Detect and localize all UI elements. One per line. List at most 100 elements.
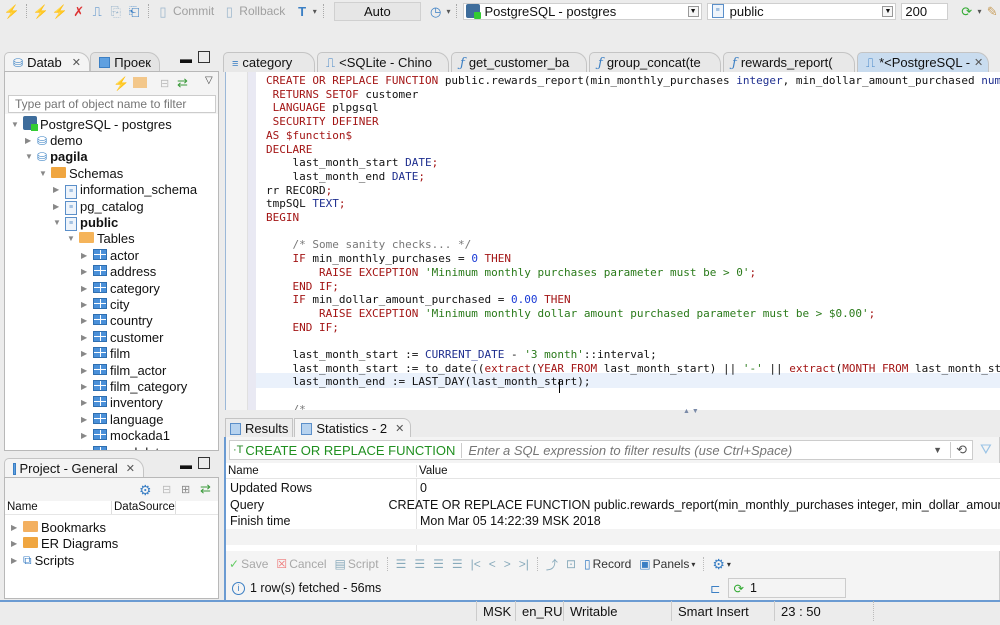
column-header-value[interactable]: Value bbox=[416, 464, 448, 477]
collapsed-arrow-icon[interactable]: ▶ bbox=[81, 284, 90, 293]
connect-icon[interactable]: ⚡ bbox=[33, 3, 49, 19]
tree-item-mockada1[interactable]: ▶ mockada1 bbox=[81, 428, 170, 444]
tree-item-country[interactable]: ▶ country bbox=[81, 313, 153, 329]
collapsed-arrow-icon[interactable]: ▶ bbox=[11, 556, 20, 565]
tree-item-film-actor[interactable]: ▶ film_actor bbox=[81, 362, 166, 378]
tree-item-city[interactable]: ▶ city bbox=[81, 296, 130, 312]
sql-editor-icon[interactable]: ⎍ bbox=[89, 3, 104, 19]
delete-row-icon[interactable]: ☰ bbox=[452, 557, 463, 571]
tab-projects[interactable]: Проек bbox=[90, 52, 160, 72]
close-icon[interactable]: ✕ bbox=[395, 422, 404, 435]
schema-selector[interactable]: ≡ public ▼ bbox=[706, 2, 897, 20]
tree-item-public[interactable]: ▼ ≡ public bbox=[53, 214, 118, 232]
tab-statistics[interactable]: Statistics - 2 ✕ bbox=[294, 418, 412, 438]
transaction-mode-selector[interactable]: Auto bbox=[333, 1, 421, 21]
chevron-down-icon[interactable]: ▼ bbox=[687, 5, 699, 17]
new-connection-icon[interactable]: ⚡ bbox=[4, 3, 20, 19]
minimize-icon[interactable]: ▬ bbox=[180, 458, 192, 472]
format-icon[interactable]: ✎ bbox=[985, 3, 1000, 19]
collapsed-arrow-icon[interactable]: ▶ bbox=[81, 333, 90, 342]
chevron-down-icon[interactable]: ▾ bbox=[727, 560, 731, 569]
pin-panel-icon[interactable]: ⊏ bbox=[710, 581, 720, 596]
expanded-arrow-icon[interactable]: ▼ bbox=[67, 234, 76, 243]
tree-item-information-schema[interactable]: ▶ ≡ information_schema bbox=[53, 182, 197, 199]
table-row[interactable]: Updated Rows 0 bbox=[228, 480, 1000, 496]
collapsed-arrow-icon[interactable]: ▶ bbox=[81, 448, 90, 451]
expanded-arrow-icon[interactable]: ▼ bbox=[39, 169, 48, 178]
disconnect-icon[interactable]: ✗ bbox=[71, 3, 86, 19]
fetch-icon[interactable]: ⤴ bbox=[546, 556, 558, 573]
tree-item-tables[interactable]: ▼ Tables bbox=[67, 231, 135, 247]
filter-icon[interactable]: ⛛ bbox=[980, 441, 992, 458]
column-header-name[interactable]: Name bbox=[226, 465, 416, 477]
expand-icon[interactable]: ⊞ bbox=[181, 483, 190, 496]
tree-item-pg-catalog[interactable]: ▶ ≡ pg_catalog bbox=[53, 198, 144, 215]
tab-project-general[interactable]: Project - General ✕ bbox=[4, 458, 144, 478]
sql-editor[interactable]: CREATE OR REPLACE FUNCTION public.reward… bbox=[225, 72, 1000, 416]
expanded-arrow-icon[interactable]: ▼ bbox=[25, 152, 34, 161]
collapsed-arrow-icon[interactable]: ▶ bbox=[81, 267, 90, 276]
record-button[interactable]: ▯ Record bbox=[584, 557, 631, 571]
refresh-counter[interactable]: ⟳ 1 bbox=[728, 578, 847, 598]
project-item-er-diagrams[interactable]: ▶ ER Diagrams bbox=[11, 536, 118, 552]
navigator-filter-input[interactable] bbox=[8, 95, 216, 113]
project-item-bookmarks[interactable]: ▶ Bookmarks bbox=[11, 519, 106, 535]
script-button[interactable]: ▤ Script bbox=[335, 557, 379, 571]
collapsed-arrow-icon[interactable]: ▶ bbox=[81, 316, 90, 325]
link-editor-icon[interactable]: ⇄ bbox=[200, 481, 211, 497]
tree-item-customer[interactable]: ▶ customer bbox=[81, 329, 163, 345]
gear-icon[interactable]: ⚙ bbox=[139, 482, 152, 499]
tree-item-postgresql-postgres[interactable]: ▼ PostgreSQL - postgres bbox=[11, 115, 172, 132]
collapsed-arrow-icon[interactable]: ▶ bbox=[11, 523, 20, 532]
table-row[interactable]: Query CREATE OR REPLACE FUNCTION public.r… bbox=[228, 497, 1000, 513]
last-page-icon[interactable]: >| bbox=[519, 557, 529, 571]
close-icon[interactable]: ✕ bbox=[126, 462, 135, 475]
tab-editor-4[interactable]: ƒ rewards_report( bbox=[723, 52, 855, 72]
panels-button[interactable]: ▣ Panels ▾ bbox=[639, 557, 695, 571]
collapsed-arrow-icon[interactable]: ▶ bbox=[81, 251, 90, 260]
next-icon[interactable]: > bbox=[504, 557, 511, 571]
project-item-scripts[interactable]: ▶ ⧉ Scripts bbox=[11, 552, 74, 568]
tree-item-language[interactable]: ▶ language bbox=[81, 411, 164, 427]
tree-item-demo[interactable]: ▶ ⛁ demo bbox=[25, 132, 83, 148]
first-page-icon[interactable]: |< bbox=[471, 557, 481, 571]
results-filter-box[interactable]: ·T CREATE OR REPLACE FUNCTION ▼ ⟲ bbox=[229, 440, 973, 460]
tree-item-pagila[interactable]: ▼ ⛁ pagila bbox=[25, 149, 88, 165]
chevron-down-icon[interactable]: ▼ bbox=[933, 445, 942, 455]
tree-item-film[interactable]: ▶ film bbox=[81, 346, 130, 362]
tab-editor-3[interactable]: ƒ group_concat(te bbox=[589, 52, 721, 72]
tree-item-inventory[interactable]: ▶ inventory bbox=[81, 395, 163, 411]
tab-editor-2[interactable]: ƒ get_customer_ba bbox=[451, 52, 587, 72]
expanded-arrow-icon[interactable]: ▼ bbox=[53, 218, 62, 227]
refresh-filter-icon[interactable]: ⟲ bbox=[950, 442, 972, 458]
reconnect-icon[interactable]: ⚡ bbox=[52, 3, 68, 19]
view-menu-icon[interactable]: ▽ bbox=[205, 75, 213, 86]
table-row[interactable]: Finish time Mon Mar 05 14:22:39 MSK 2018 bbox=[228, 513, 1000, 529]
commit-button[interactable]: ▯ Commit bbox=[155, 3, 214, 19]
tree-item-film-category[interactable]: ▶ film_category bbox=[81, 378, 187, 394]
collapsed-arrow-icon[interactable]: ▶ bbox=[81, 366, 90, 375]
tree-item-schemas[interactable]: ▼ Schemas bbox=[39, 165, 123, 181]
rollback-button[interactable]: ▯ Rollback bbox=[221, 3, 286, 19]
chevron-down-icon[interactable]: ▾ bbox=[313, 7, 317, 16]
transaction-mode-icon[interactable]: T bbox=[294, 3, 309, 19]
chevron-down-icon[interactable]: ▾ bbox=[978, 7, 982, 16]
collapsed-arrow-icon[interactable]: ▶ bbox=[25, 136, 34, 145]
save-button[interactable]: ✓ Save bbox=[229, 557, 268, 571]
minimize-icon[interactable]: ▬ bbox=[180, 52, 192, 66]
refresh-icon[interactable]: ⟳ bbox=[959, 3, 974, 19]
close-icon[interactable]: ✕ bbox=[72, 56, 81, 69]
close-icon[interactable]: ✕ bbox=[974, 56, 983, 69]
tab-editor-0[interactable]: ≡ category bbox=[223, 52, 315, 72]
collapsed-arrow-icon[interactable]: ▶ bbox=[81, 398, 90, 407]
open-sql-icon[interactable]: ⎘ bbox=[108, 3, 123, 19]
tree-item-address[interactable]: ▶ address bbox=[81, 264, 156, 280]
connection-selector[interactable]: PostgreSQL - postgres ▼ bbox=[463, 2, 702, 20]
collapse-all-icon[interactable]: ⊟ bbox=[160, 77, 169, 90]
tab-editor-5[interactable]: ⎍ *<PostgreSQL - ✕ bbox=[857, 52, 989, 72]
add-row-icon[interactable]: ☰ bbox=[414, 557, 425, 571]
edit-row-icon[interactable]: ☰ bbox=[396, 557, 407, 571]
previous-icon[interactable]: < bbox=[489, 557, 496, 571]
link-editor-icon[interactable]: ⇄ bbox=[177, 75, 188, 91]
copy-row-icon[interactable]: ☰ bbox=[433, 557, 444, 571]
